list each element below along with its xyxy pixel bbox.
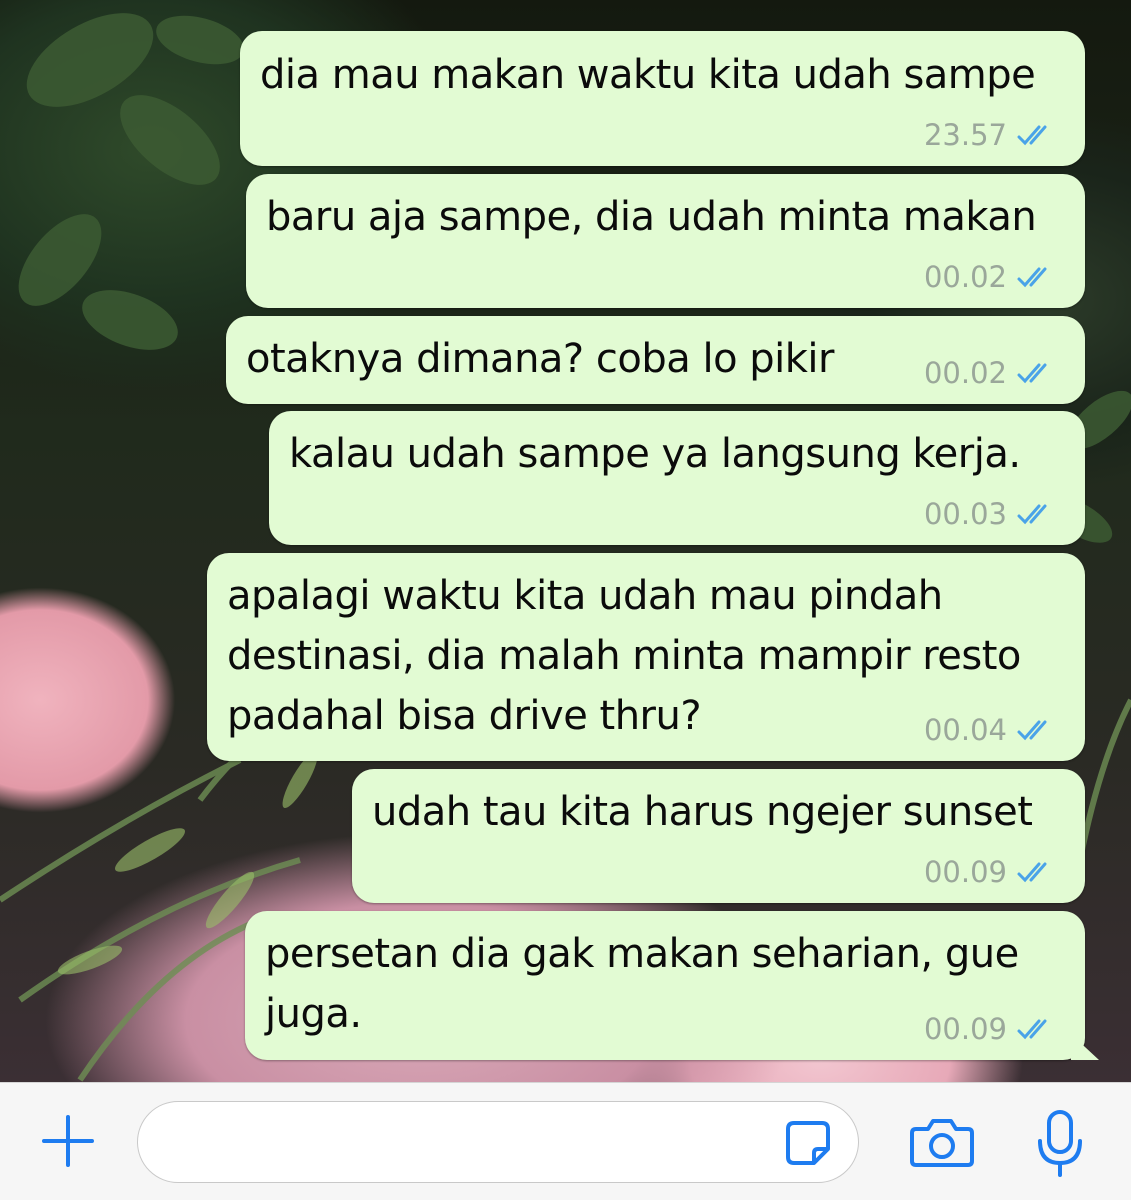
message-time: 00.02 <box>923 356 1007 390</box>
plus-icon[interactable] <box>40 1113 96 1169</box>
message-text: juga. <box>265 991 362 1037</box>
read-receipt-icon <box>1017 862 1047 883</box>
camera-icon[interactable] <box>910 1117 974 1169</box>
message-text: apalagi waktu kita udah mau pindah <box>227 573 943 619</box>
message-composer <box>0 1082 1131 1200</box>
sticker-icon[interactable] <box>784 1119 832 1167</box>
message-input[interactable] <box>137 1101 859 1183</box>
message-time: 00.09 <box>923 1012 1007 1046</box>
read-receipt-icon <box>1017 504 1047 525</box>
message-bubble[interactable]: kalau udah sampe ya langsung kerja. 00.0… <box>269 411 1085 545</box>
read-receipt-icon <box>1017 1019 1047 1040</box>
read-receipt-icon <box>1017 720 1047 741</box>
message-time: 00.03 <box>923 497 1007 531</box>
message-time: 00.02 <box>923 260 1007 294</box>
message-meta: 00.09 <box>924 855 1059 889</box>
message-time: 23.57 <box>923 118 1007 152</box>
read-receipt-icon <box>1017 363 1047 384</box>
message-list[interactable]: dia mau makan waktu kita udah sampe 23.5… <box>0 0 1131 1082</box>
message-bubble[interactable]: apalagi waktu kita udah mau pindah desti… <box>207 553 1085 761</box>
message-text: persetan dia gak makan seharian, gue <box>265 931 1019 977</box>
message-text: kalau udah sampe ya langsung kerja. <box>289 431 1021 477</box>
microphone-icon[interactable] <box>1036 1109 1084 1179</box>
message-text: padahal bisa drive thru? <box>227 693 702 739</box>
read-receipt-icon <box>1017 267 1047 288</box>
message-meta: 23.57 <box>924 118 1059 152</box>
message-text: dia mau makan waktu kita udah sampe <box>260 52 1036 98</box>
read-receipt-icon <box>1017 125 1047 146</box>
message-text: otaknya dimana? coba lo pikir <box>246 336 834 382</box>
message-time: 00.04 <box>923 713 1007 747</box>
message-text: udah tau kita harus ngejer sunset <box>372 789 1033 835</box>
message-bubble[interactable]: udah tau kita harus ngejer sunset 00.09 <box>352 769 1085 903</box>
message-meta: 00.04 <box>924 713 1059 747</box>
message-text: destinasi, dia malah minta mampir resto <box>227 633 1021 679</box>
message-meta: 00.03 <box>924 497 1059 531</box>
message-text: baru aja sampe, dia udah minta makan <box>266 194 1037 240</box>
message-meta: 00.02 <box>924 260 1059 294</box>
message-bubble[interactable]: otaknya dimana? coba lo pikir 00.02 <box>226 316 1085 404</box>
message-time: 00.09 <box>923 855 1007 889</box>
message-meta: 00.09 <box>924 1012 1059 1046</box>
message-bubble[interactable]: persetan dia gak makan seharian, gue jug… <box>245 911 1085 1060</box>
message-bubble[interactable]: dia mau makan waktu kita udah sampe 23.5… <box>240 31 1085 166</box>
message-bubble[interactable]: baru aja sampe, dia udah minta makan 00.… <box>246 174 1085 308</box>
message-meta: 00.02 <box>924 356 1059 390</box>
